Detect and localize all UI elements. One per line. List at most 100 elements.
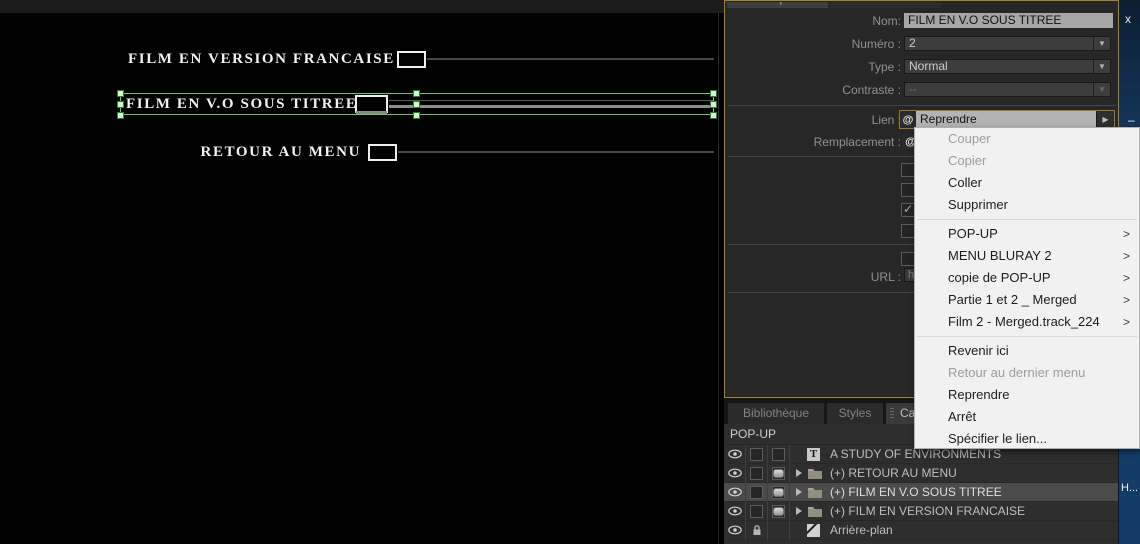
button-state-toggle[interactable] (768, 501, 790, 521)
numero-label: Numéro : (851, 37, 901, 51)
desktop-text-fragment: – (1128, 113, 1135, 127)
lock-icon (753, 525, 760, 535)
menu-separator (917, 336, 1137, 337)
selection-handle[interactable] (413, 90, 420, 97)
visibility-toggle[interactable] (724, 444, 746, 464)
menu-item[interactable]: Arrêt (915, 406, 1139, 428)
dropdown-arrow-icon: ▼ (1093, 83, 1110, 96)
layer-checkbox[interactable] (746, 444, 768, 464)
url-label: URL : (870, 270, 901, 284)
numero-value: 2 (909, 37, 916, 50)
contraste-label: Contraste : (842, 83, 901, 97)
submenu-arrow-icon: > (1122, 249, 1130, 263)
remplacement-label: Remplacement : (813, 135, 901, 149)
menu-button-film-vf[interactable]: FILM EN VERSION FRANCAISE (128, 50, 393, 68)
menu-item[interactable]: Couper (915, 128, 1139, 150)
menu-button-retour[interactable]: RETOUR AU MENU (180, 143, 361, 161)
layer-label[interactable]: Arrière-plan (827, 523, 893, 537)
folder-icon (808, 507, 822, 517)
layer-row-film-vo[interactable]: (+) FILM EN V.O SOUS TITREE (724, 482, 1118, 502)
divider (728, 105, 1116, 106)
menu-item[interactable]: Partie 1 et 2 _ Merged > (915, 289, 1139, 311)
submenu-arrow-icon: > (1122, 271, 1130, 285)
selection-handle[interactable] (413, 112, 420, 119)
dropdown-arrow-icon[interactable]: ▼ (1093, 60, 1110, 73)
layer-checkbox[interactable] (746, 501, 768, 521)
app-window: FILM EN VERSION FRANCAISE FILM EN V.O SO… (0, 0, 1140, 544)
menu-item[interactable]: Film 2 - Merged.track_224 > (915, 311, 1139, 333)
context-menu: Couper Copier Coller Supprimer POP-UP > MENU B… (914, 127, 1140, 449)
property-checkbox-3[interactable]: ✓ (901, 203, 915, 217)
visibility-toggle[interactable] (724, 520, 746, 540)
selection-handle[interactable] (710, 90, 717, 97)
eye-icon (727, 468, 742, 478)
menu-editor-canvas[interactable]: FILM EN VERSION FRANCAISE FILM EN V.O SO… (0, 0, 724, 544)
desktop-text-fragment: H... (1121, 482, 1139, 494)
type-value: Normal (909, 60, 948, 73)
tab-bibliotheque[interactable]: Bibliothèque (728, 403, 824, 424)
background-layer-icon (807, 523, 820, 537)
menu-item[interactable]: POP-UP > (915, 223, 1139, 245)
button-pill-icon (773, 506, 784, 516)
layer-row-arriere-plan[interactable]: Arrière-plan (724, 520, 1118, 540)
type-dropdown[interactable]: Normal ▼ (904, 59, 1111, 74)
nom-field[interactable]: FILM EN V.O SOUS TITREE (904, 13, 1113, 28)
menu-item[interactable]: Spécifier le lien... (915, 428, 1139, 450)
lock-toggle[interactable] (746, 520, 768, 540)
text-layer-icon: T (807, 447, 820, 461)
selection-handle[interactable] (117, 90, 124, 97)
tab-transition[interactable]: Transition (831, 2, 941, 8)
menu-button-checkbox-shape (397, 51, 426, 68)
menu-item[interactable]: copie de POP-UP > (915, 267, 1139, 289)
expander-triangle-icon (795, 488, 802, 496)
visibility-toggle[interactable] (724, 501, 746, 521)
eye-icon (727, 525, 742, 535)
button-state-toggle[interactable] (768, 482, 790, 502)
selection-handle[interactable] (413, 101, 420, 108)
submenu-arrow-icon: > (1122, 293, 1130, 307)
menu-item[interactable]: Supprimer (915, 194, 1139, 216)
selection-handle[interactable] (117, 101, 124, 108)
layer-row-retour[interactable]: (+) RETOUR AU MENU (724, 463, 1118, 483)
visibility-toggle[interactable] (724, 463, 746, 483)
layer-checkbox[interactable] (746, 482, 768, 502)
visibility-toggle[interactable] (724, 482, 746, 502)
menu-item[interactable]: MENU BLURAY 2 > (915, 245, 1139, 267)
property-checkbox-4[interactable] (901, 224, 915, 238)
pickwhip-icon[interactable]: @ (900, 111, 916, 128)
lien-menu-button[interactable]: ▶ (1096, 111, 1114, 128)
layer-checkbox[interactable] (768, 444, 790, 464)
property-checkbox-1[interactable] (901, 163, 915, 177)
dropdown-arrow-icon[interactable]: ▼ (1093, 37, 1110, 50)
property-checkbox-2[interactable] (901, 183, 915, 197)
layer-checkbox[interactable] (746, 463, 768, 483)
selection-handle[interactable] (710, 112, 717, 119)
contraste-value: -- (909, 83, 917, 96)
menu-item[interactable]: Copier (915, 150, 1139, 172)
numero-dropdown[interactable]: 2 ▼ (904, 36, 1111, 51)
menu-item[interactable]: Retour au dernier menu (915, 362, 1139, 384)
nom-label: Nom: (872, 14, 901, 28)
eye-icon (727, 449, 742, 459)
lien-field[interactable]: Reprendre (916, 111, 1096, 128)
layer-label[interactable]: (+) FILM EN VERSION FRANCAISE (827, 504, 1025, 518)
tab-styles[interactable]: Styles (827, 403, 883, 424)
layer-row-film-vf[interactable]: (+) FILM EN VERSION FRANCAISE (724, 501, 1118, 521)
button-pill-icon (773, 468, 784, 478)
layer-label[interactable]: (+) RETOUR AU MENU (827, 466, 957, 480)
tab-simple[interactable]: Simple (727, 2, 828, 8)
menu-item[interactable]: Revenir ici (915, 340, 1139, 362)
expander[interactable] (790, 488, 807, 496)
submenu-arrow-icon: > (1122, 315, 1130, 329)
panel-gripper-icon[interactable] (890, 408, 894, 420)
expander[interactable] (790, 469, 807, 477)
selection-handle[interactable] (710, 101, 717, 108)
button-state-toggle[interactable] (768, 463, 790, 483)
menu-button-checkbox-shape (368, 144, 397, 161)
selection-handle[interactable] (117, 112, 124, 119)
expander[interactable] (790, 507, 807, 515)
menu-item[interactable]: Reprendre (915, 384, 1139, 406)
layer-label[interactable]: (+) FILM EN V.O SOUS TITREE (827, 485, 1002, 499)
property-checkbox-5[interactable] (901, 252, 915, 266)
menu-item[interactable]: Coller (915, 172, 1139, 194)
